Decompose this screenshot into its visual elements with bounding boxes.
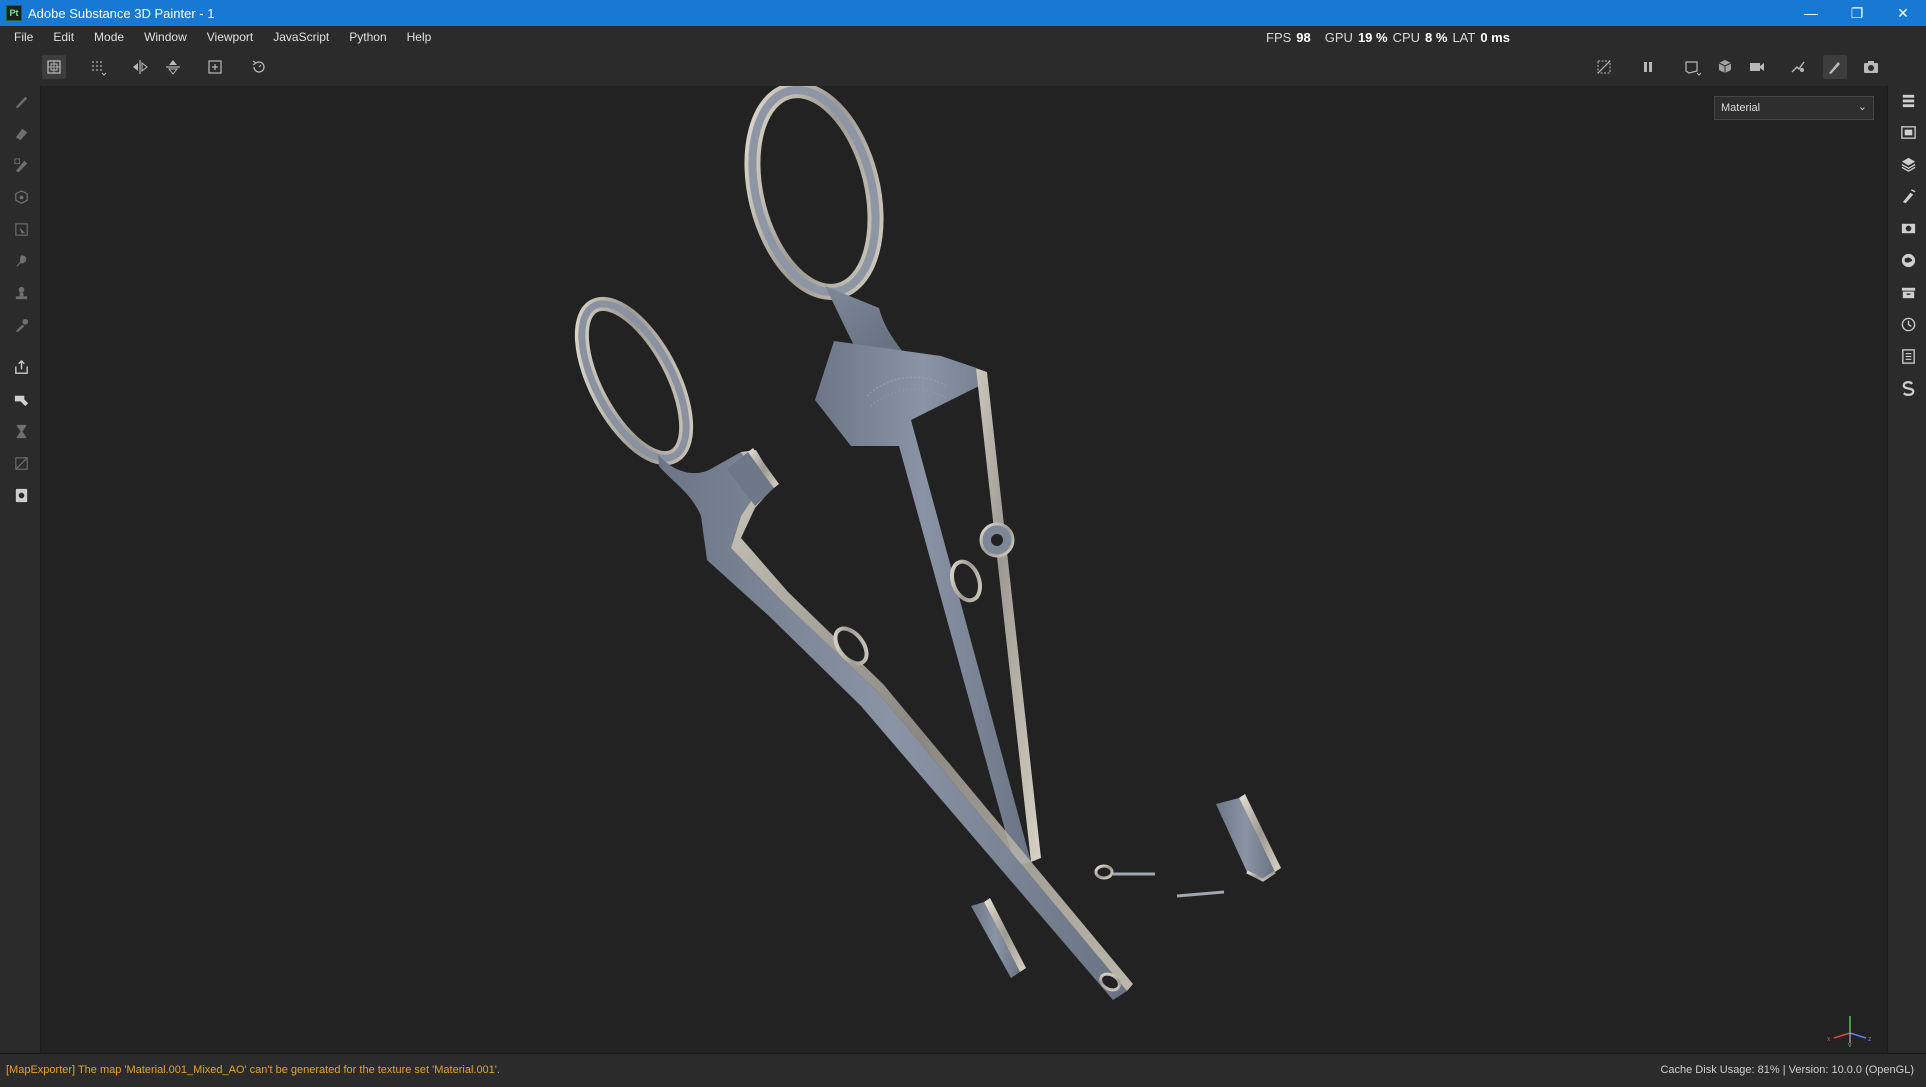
hide-ui-icon[interactable] <box>1592 55 1616 79</box>
mirror-x-icon[interactable] <box>128 55 152 79</box>
menu-window[interactable]: Window <box>134 26 197 48</box>
gizmo-z-label: z <box>1868 1036 1872 1043</box>
window-title: Adobe Substance 3D Painter - 1 <box>28 5 215 21</box>
camera-icon[interactable] <box>1745 55 1769 79</box>
view-frame-icon[interactable] <box>1680 55 1704 79</box>
cache-usage-text: Cache Disk Usage: 81% | Version: 10.0.0 … <box>1660 1064 1914 1076</box>
display-settings-icon[interactable] <box>1898 218 1918 238</box>
lat-value: 0 ms <box>1480 29 1510 45</box>
3d-viewport[interactable]: Material ⌄ x y z <box>41 86 1887 1053</box>
fps-value: 98 <box>1296 29 1311 45</box>
shader-settings-icon[interactable] <box>1898 250 1918 270</box>
gpu-value: 19 % <box>1357 29 1388 45</box>
mirror-y-icon[interactable] <box>161 55 185 79</box>
texture-set-settings-icon[interactable] <box>1898 122 1918 142</box>
log-icon[interactable] <box>1898 346 1918 366</box>
hourglass-icon[interactable] <box>10 420 32 442</box>
restore-button[interactable]: ❐ <box>1834 0 1880 26</box>
texture-icon[interactable] <box>10 484 32 506</box>
layers-icon[interactable] <box>1898 154 1918 174</box>
status-message[interactable]: [MapExporter] The map 'Material.001_Mixe… <box>6 1064 500 1076</box>
performance-readout: FPS 98 GPU 19 % CPU 8 % LAT 0 ms <box>1266 27 1510 47</box>
color-picker-icon[interactable] <box>10 314 32 336</box>
menu-bar: File Edit Mode Window Viewport JavaScrip… <box>0 26 1926 48</box>
forceps-model <box>574 86 1281 1000</box>
assets-icon[interactable] <box>1898 282 1918 302</box>
menu-python[interactable]: Python <box>339 26 396 48</box>
cube-icon[interactable] <box>1713 55 1737 79</box>
close-button[interactable]: ✕ <box>1880 0 1926 26</box>
eraser-icon[interactable] <box>10 122 32 144</box>
texture-set-list-icon[interactable] <box>1898 90 1918 110</box>
clone-icon[interactable] <box>10 282 32 304</box>
minimize-button[interactable]: — <box>1788 0 1834 26</box>
menu-viewport[interactable]: Viewport <box>197 26 263 48</box>
add-icon[interactable] <box>203 55 227 79</box>
app-icon: Pt <box>6 5 22 21</box>
fps-label: FPS <box>1266 29 1292 45</box>
cpu-value: 8 % <box>1425 29 1448 45</box>
selection-mode-icon[interactable] <box>42 55 66 79</box>
left-toolbar <box>0 86 41 1053</box>
cpu-label: CPU <box>1392 29 1421 45</box>
gizmo-y-label: y <box>1848 1042 1852 1047</box>
smudge-icon[interactable] <box>10 250 32 272</box>
viewport-mode-label: Material <box>1721 102 1761 114</box>
paint-brush-icon[interactable] <box>10 90 32 112</box>
viewport-mode-select[interactable]: Material ⌄ <box>1714 96 1874 120</box>
pause-icon[interactable] <box>1636 55 1660 79</box>
title-bar: Pt Adobe Substance 3D Painter - 1 — ❐ ✕ <box>0 0 1926 26</box>
substance-icon[interactable] <box>1898 378 1918 398</box>
lat-label: LAT <box>1452 29 1476 45</box>
menu-edit[interactable]: Edit <box>43 26 84 48</box>
menu-mode[interactable]: Mode <box>84 26 134 48</box>
menu-javascript[interactable]: JavaScript <box>263 26 339 48</box>
paint-icon[interactable] <box>1823 55 1847 79</box>
uv-icon[interactable] <box>10 452 32 474</box>
screenshot-icon[interactable] <box>1859 55 1883 79</box>
gizmo-x-label: x <box>1827 1036 1831 1043</box>
axis-gizmo: x y z <box>1827 1016 1872 1047</box>
gpu-label: GPU <box>1324 29 1353 45</box>
projection-icon[interactable] <box>10 154 32 176</box>
properties-icon[interactable] <box>1898 186 1918 206</box>
menu-help[interactable]: Help <box>397 26 442 48</box>
status-bar: [MapExporter] The map 'Material.001_Mixe… <box>0 1053 1926 1087</box>
reset-icon[interactable] <box>247 55 271 79</box>
history-icon[interactable] <box>1898 314 1918 334</box>
grid-select-icon[interactable] <box>86 55 110 79</box>
bake-tool-icon[interactable] <box>10 388 32 410</box>
geometry-fill-icon[interactable] <box>10 186 32 208</box>
export-icon[interactable] <box>10 356 32 378</box>
bake-icon[interactable] <box>1786 55 1810 79</box>
chevron-down-icon: ⌄ <box>1857 101 1867 113</box>
top-toolbar <box>0 48 1926 87</box>
polygon-fill-icon[interactable] <box>10 218 32 240</box>
right-toolbar <box>1887 86 1926 1053</box>
menu-file[interactable]: File <box>0 26 43 48</box>
